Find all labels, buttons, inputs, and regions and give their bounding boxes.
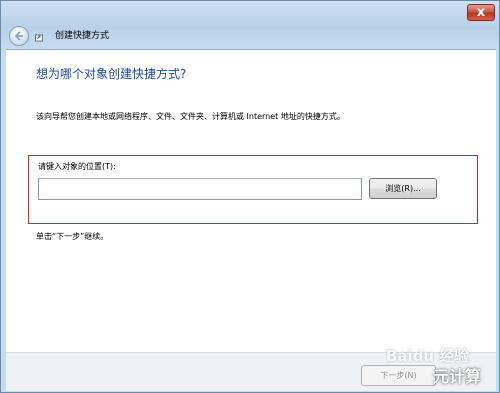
next-hint: 单击“下一步”继续。 — [36, 232, 109, 241]
baidu-watermark: Baidu 经验 — [386, 347, 470, 365]
back-button[interactable] — [9, 26, 29, 46]
window-title: 创建快捷方式 — [55, 31, 110, 41]
site-watermark: 元计算 — [433, 367, 482, 386]
browse-button[interactable]: 浏览(R)... — [369, 178, 437, 199]
wizard-content: 想为哪个对象创建快捷方式? 该向导帮您创建本地或网络程序、文件、文件夹、计算机或… — [6, 49, 496, 352]
shortcut-wizard-icon — [35, 34, 43, 42]
back-arrow-icon — [14, 31, 23, 41]
wizard-window: x 创建快捷方式 想为哪个对象创建快捷方式? 该向导帮您创建本地或网络程序、文件… — [0, 0, 500, 393]
page-description: 该向导帮您创建本地或网络程序、文件、文件夹、计算机或 Internet 地址的快… — [36, 112, 345, 121]
next-button[interactable]: 下一步(N) — [361, 365, 436, 386]
close-button[interactable]: x — [467, 4, 495, 21]
page-heading: 想为哪个对象创建快捷方式? — [36, 67, 187, 81]
title-bar: x 创建快捷方式 — [1, 1, 500, 49]
location-label: 请键入对象的位置(T): — [38, 162, 116, 171]
close-icon: x — [476, 5, 486, 20]
location-input[interactable] — [38, 178, 362, 200]
